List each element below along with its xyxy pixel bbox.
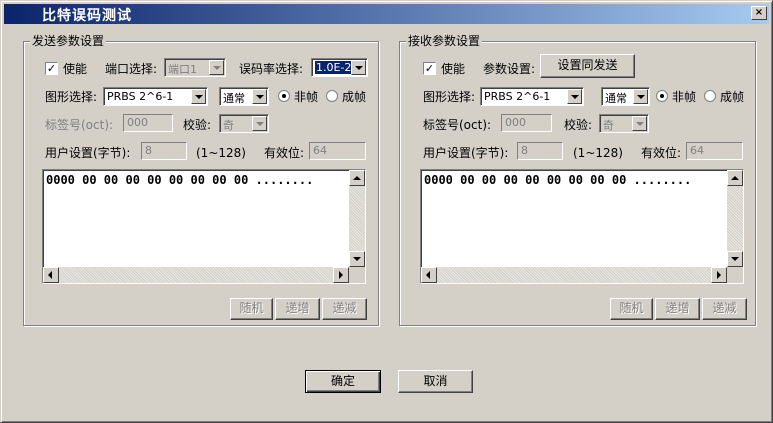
recv-range-label: (1~128) bbox=[573, 146, 623, 160]
send-ber-label: 误码率选择: bbox=[239, 62, 304, 76]
send-vertical-scrollbar[interactable] bbox=[349, 170, 365, 267]
recv-framed-radio[interactable] bbox=[704, 90, 716, 102]
send-pattern-label: 图形选择: bbox=[45, 90, 98, 104]
cancel-button[interactable]: 取消 bbox=[398, 370, 473, 393]
recv-param-label: 参数设置: bbox=[483, 62, 536, 76]
send-group-title: 发送参数设置 bbox=[30, 34, 107, 48]
recv-enable-checkbox[interactable]: ✓ bbox=[423, 62, 436, 75]
recv-data-memo[interactable]: 0000 00 00 00 00 00 00 00 00 ........ bbox=[420, 169, 744, 284]
send-range-label: (1~128) bbox=[196, 146, 246, 160]
ok-button[interactable]: 确定 bbox=[305, 370, 381, 393]
send-framed-radio[interactable] bbox=[326, 90, 338, 102]
check-icon: ✓ bbox=[424, 62, 435, 75]
check-icon: ✓ bbox=[46, 62, 57, 75]
window-title: 比特误码测试 bbox=[42, 8, 132, 24]
send-enable-label: 使能 bbox=[63, 62, 88, 76]
recv-unframed-label: 非帧 bbox=[672, 90, 697, 104]
recv-pattern-select[interactable]: PRBS 2^6-1 bbox=[480, 87, 584, 106]
send-decrement-button[interactable]: 递减 bbox=[322, 298, 367, 320]
send-mode-select[interactable]: 通常 bbox=[219, 87, 269, 106]
recv-memo-text: 0000 00 00 00 00 00 00 00 00 ........ bbox=[424, 173, 692, 187]
scroll-up-icon[interactable] bbox=[727, 170, 743, 186]
recv-pattern-label: 图形选择: bbox=[423, 90, 476, 104]
chevron-down-icon[interactable] bbox=[252, 89, 267, 104]
scroll-up-icon[interactable] bbox=[349, 170, 365, 186]
scroll-corner bbox=[727, 267, 743, 283]
title-bar[interactable]: 比特误码测试 × bbox=[4, 4, 769, 24]
same-as-send-button[interactable]: 设置同发送 bbox=[540, 54, 635, 78]
chevron-down-icon[interactable] bbox=[209, 60, 224, 75]
recv-check-label: 校验: bbox=[564, 118, 593, 132]
recv-check-select[interactable]: 奇 bbox=[599, 114, 649, 133]
recv-valid-label: 有效位: bbox=[641, 146, 682, 160]
send-tag-field[interactable]: 000 bbox=[123, 114, 173, 132]
send-tag-label: 标签号(oct): bbox=[45, 118, 114, 132]
recv-framed-label: 成帧 bbox=[720, 90, 745, 104]
send-user-field[interactable]: 8 bbox=[141, 142, 187, 160]
recv-horizontal-scrollbar[interactable] bbox=[421, 267, 727, 283]
send-unframed-label: 非帧 bbox=[294, 90, 319, 104]
send-check-label: 校验: bbox=[183, 118, 212, 132]
recv-unframed-radio[interactable] bbox=[656, 90, 668, 102]
chevron-down-icon[interactable] bbox=[252, 116, 267, 131]
send-port-select[interactable]: 端口1 bbox=[164, 58, 226, 77]
send-unframed-radio[interactable] bbox=[278, 90, 290, 102]
send-ber-select[interactable]: 1.0E-2 bbox=[311, 58, 368, 77]
send-pattern-select[interactable]: PRBS 2^6-1 bbox=[103, 87, 208, 106]
recv-user-label: 用户设置(字节): bbox=[423, 146, 509, 160]
send-valid-field[interactable]: 64 bbox=[309, 142, 366, 160]
recv-random-button[interactable]: 随机 bbox=[610, 298, 653, 320]
recv-user-field[interactable]: 8 bbox=[517, 142, 563, 160]
recv-tag-field[interactable]: 000 bbox=[501, 114, 552, 132]
send-framed-label: 成帧 bbox=[342, 90, 367, 104]
chevron-down-icon[interactable] bbox=[633, 89, 648, 104]
send-horizontal-scrollbar[interactable] bbox=[43, 267, 349, 283]
send-increment-button[interactable]: 递增 bbox=[275, 298, 320, 320]
recv-group-title: 接收参数设置 bbox=[406, 34, 483, 48]
send-valid-label: 有效位: bbox=[264, 146, 305, 160]
scroll-left-icon[interactable] bbox=[43, 267, 59, 283]
scroll-right-icon[interactable] bbox=[711, 267, 727, 283]
recv-vertical-scrollbar[interactable] bbox=[727, 170, 743, 267]
recv-increment-button[interactable]: 递增 bbox=[655, 298, 700, 320]
chevron-down-icon[interactable] bbox=[567, 89, 582, 104]
scroll-right-icon[interactable] bbox=[333, 267, 349, 283]
close-icon: × bbox=[754, 7, 764, 18]
recv-decrement-button[interactable]: 递减 bbox=[702, 298, 747, 320]
recv-valid-field[interactable]: 64 bbox=[686, 142, 743, 160]
close-button[interactable]: × bbox=[751, 6, 767, 20]
recv-enable-label: 使能 bbox=[441, 62, 466, 76]
scroll-corner bbox=[349, 267, 365, 283]
send-enable-checkbox[interactable]: ✓ bbox=[45, 62, 58, 75]
send-random-button[interactable]: 随机 bbox=[230, 298, 273, 320]
chevron-down-icon[interactable] bbox=[191, 89, 206, 104]
scroll-down-icon[interactable] bbox=[349, 251, 365, 267]
ber-test-dialog: 比特误码测试 × 发送参数设置 ✓ 使能 端口选择: 端口1 误码率选择: 1.… bbox=[0, 0, 773, 423]
send-memo-text: 0000 00 00 00 00 00 00 00 00 ........ bbox=[46, 173, 314, 187]
send-data-memo[interactable]: 0000 00 00 00 00 00 00 00 00 ........ bbox=[42, 169, 366, 284]
recv-tag-label: 标签号(oct): bbox=[423, 118, 492, 132]
chevron-down-icon[interactable] bbox=[351, 60, 366, 75]
chevron-down-icon[interactable] bbox=[632, 116, 647, 131]
recv-mode-select[interactable]: 通常 bbox=[601, 87, 650, 106]
send-port-label: 端口选择: bbox=[105, 62, 158, 76]
scroll-left-icon[interactable] bbox=[421, 267, 437, 283]
send-check-select[interactable]: 奇 bbox=[219, 114, 269, 133]
scroll-down-icon[interactable] bbox=[727, 251, 743, 267]
send-user-label: 用户设置(字节): bbox=[45, 146, 131, 160]
